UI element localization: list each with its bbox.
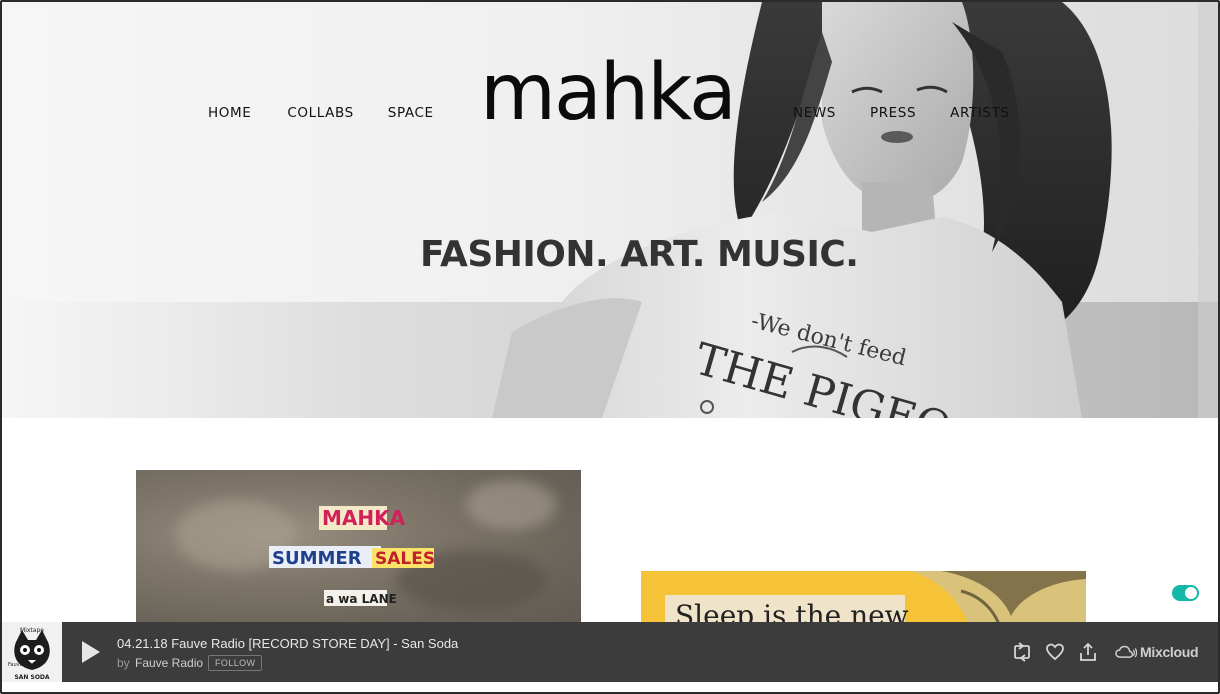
nav-news[interactable]: NEWS <box>793 104 836 122</box>
collage-sales: SALES <box>375 549 435 569</box>
collage-lane: a wa LANE <box>326 592 397 606</box>
summer-sales-card[interactable]: MAHKA SUMMER SALES a wa LANE <box>136 470 581 630</box>
mode-toggle[interactable] <box>1172 585 1199 601</box>
browser-viewport: -We don't feed THE PIGEO HOME COLLABS SP… <box>0 0 1220 694</box>
collage-mahka: MAHKA <box>322 506 406 530</box>
by-label: by <box>117 656 130 670</box>
collage-summer: SUMMER <box>272 548 362 569</box>
nav-artists[interactable]: ARTISTS <box>950 104 1009 122</box>
follow-button[interactable]: FOLLOW <box>208 655 263 671</box>
track-cover-art[interactable]: Mixtape Fauve Radio SAN SODA <box>2 622 62 682</box>
cover-label-bottom: SAN SODA <box>14 674 49 681</box>
mixcloud-player: Mixtape Fauve Radio SAN SODA 04.21.18 Fa… <box>2 622 1218 682</box>
site-logo[interactable]: mahka <box>480 58 735 120</box>
artist-link[interactable]: Fauve Radio <box>135 656 203 670</box>
heart-icon[interactable] <box>1045 642 1065 662</box>
mixcloud-brand-text: Mixcloud <box>1140 644 1199 660</box>
main-nav-left: HOME COLLABS SPACE <box>208 104 434 122</box>
cover-label-mid: Fauve Radio <box>8 662 38 668</box>
cover-label-top: Mixtape <box>20 627 44 634</box>
nav-space[interactable]: SPACE <box>388 104 434 122</box>
share-icon[interactable] <box>1078 642 1098 662</box>
page-bottom-strip <box>2 682 1218 692</box>
summer-sales-collage: MAHKA SUMMER SALES a wa LANE <box>269 506 435 606</box>
mixcloud-logo-icon <box>1115 645 1137 658</box>
nav-press[interactable]: PRESS <box>870 104 916 122</box>
mixcloud-logo-link[interactable]: Mixcloud <box>1115 642 1199 662</box>
hero-banner: -We don't feed THE PIGEO HOME COLLABS SP… <box>2 2 1218 418</box>
repost-icon[interactable] <box>1012 642 1032 662</box>
track-title[interactable]: 04.21.18 Fauve Radio [RECORD STORE DAY] … <box>117 636 458 651</box>
play-icon[interactable] <box>76 638 104 666</box>
main-nav-right: NEWS PRESS ARTISTS <box>793 104 1010 122</box>
nav-collabs[interactable]: COLLABS <box>287 104 353 122</box>
cover-cat-illustration: Mixtape Fauve Radio SAN SODA <box>2 622 62 682</box>
hero-tagline: FASHION. ART. MUSIC. <box>420 234 859 275</box>
nav-home[interactable]: HOME <box>208 104 251 122</box>
